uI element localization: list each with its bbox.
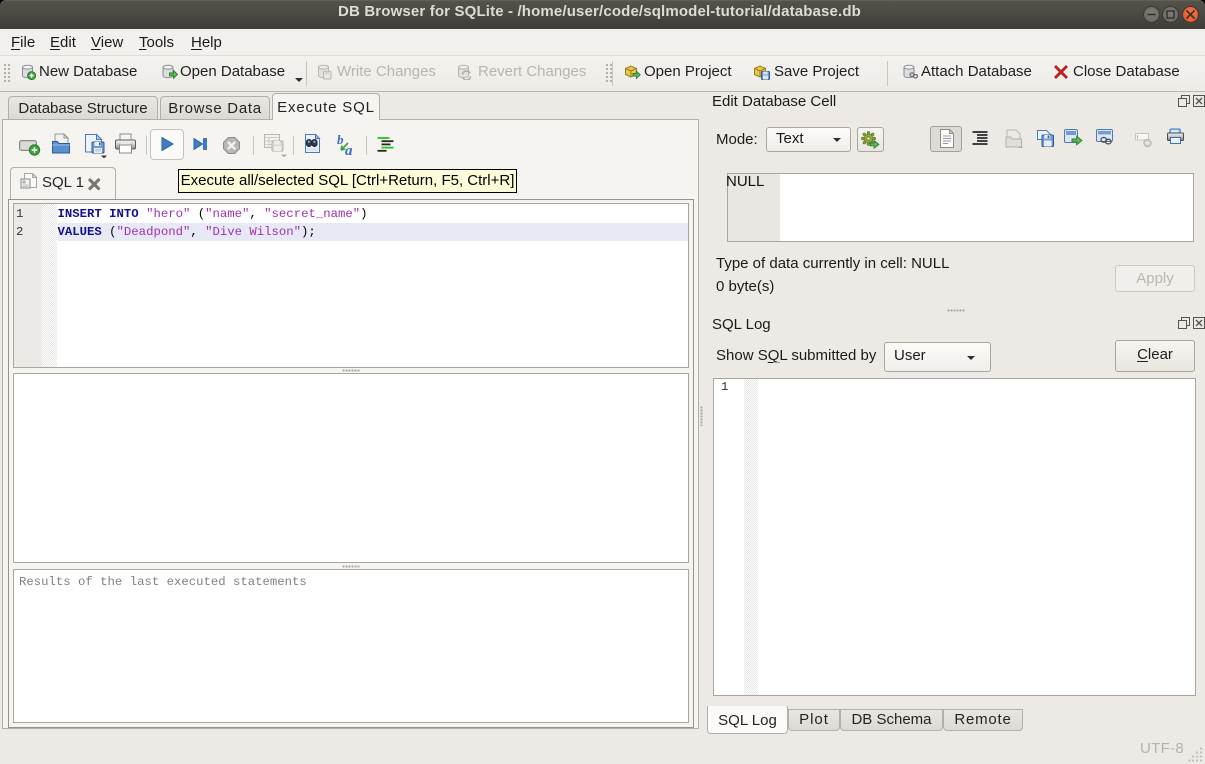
svg-text:b: b	[337, 134, 344, 147]
